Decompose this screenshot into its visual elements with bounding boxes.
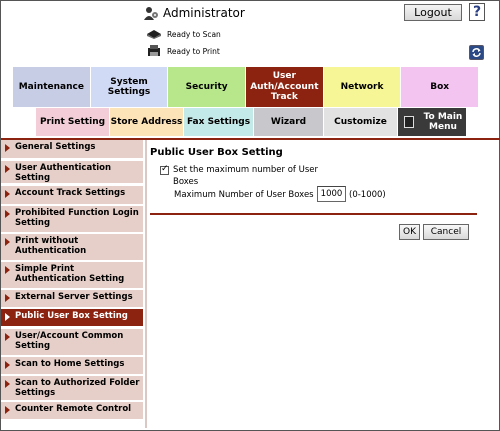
print-status: Ready to Print	[146, 45, 220, 57]
scan-status-text: Ready to Scan	[167, 29, 221, 39]
subtab-label: Store Address	[110, 117, 183, 127]
sidebar-item-label: User Authentication Setting	[15, 163, 112, 184]
max-boxes-checkbox-label: Set the maximum number of User Boxes	[173, 165, 318, 188]
sidebar-item-user-authentication-setting[interactable]: User Authentication Setting	[1, 161, 143, 183]
max-boxes-checkbox[interactable]	[160, 163, 169, 176]
help-button[interactable]: ?	[469, 3, 485, 21]
arrow-right-icon	[5, 190, 10, 198]
subtab-label: To Main Menu	[423, 112, 463, 132]
sidebar-item-user-account-common-setting[interactable]: User/Account Common Setting	[1, 329, 143, 355]
administrator-icon	[144, 7, 158, 20]
logout-button[interactable]: Logout	[404, 4, 462, 21]
tab-network[interactable]: Network	[323, 67, 402, 107]
sidebar-item-account-track-settings[interactable]: Account Track Settings	[1, 186, 143, 204]
subtab-customize[interactable]: Customize	[324, 108, 398, 136]
max-boxes-checkbox-row[interactable]: Set the maximum number of User Boxes	[160, 163, 323, 189]
sidebar: General Settings User Authentication Sett…	[1, 140, 145, 428]
refresh-button[interactable]	[469, 45, 484, 60]
sub-tabs: Print Setting Store Address Fax Settings Wi…	[36, 108, 467, 136]
sidebar-item-prohibited-function-login-setting[interactable]: Prohibited Function Login Setting	[1, 206, 143, 232]
sidebar-item-simple-print-authentication-setting[interactable]: Simple Print Authentication Setting	[1, 262, 143, 288]
arrow-right-icon	[5, 144, 10, 152]
sidebar-item-label: Prohibited Function Login Setting	[15, 208, 139, 229]
sidebar-item-label: Scan to Home Settings	[15, 359, 125, 369]
sidebar-item-label: Simple Print Authentication Setting	[15, 264, 125, 285]
sidebar-item-label: External Server Settings	[15, 292, 133, 302]
page-title: Public User Box Setting	[150, 147, 283, 158]
user-name: Administrator	[163, 6, 245, 20]
tab-box[interactable]: Box	[401, 67, 480, 107]
arrow-right-icon	[5, 313, 10, 321]
subtab-to-main-menu[interactable]: To Main Menu	[398, 108, 467, 136]
scan-status: Ready to Scan	[146, 29, 221, 39]
tab-maintenance[interactable]: Maintenance	[13, 67, 91, 107]
sidebar-item-label: User/Account Common Setting	[15, 331, 124, 352]
sidebar-item-counter-remote-control[interactable]: Counter Remote Control	[1, 402, 143, 419]
sidebar-item-label: Scan to Authorized Folder Settings	[15, 378, 140, 399]
arrow-right-icon	[5, 210, 10, 218]
tab-security[interactable]: Security	[168, 67, 247, 107]
subtab-store-address[interactable]: Store Address	[110, 108, 184, 136]
sidebar-item-label: Print without Authentication	[15, 236, 87, 257]
ok-button[interactable]: OK	[399, 224, 420, 240]
subtab-fax-settings[interactable]: Fax Settings	[184, 108, 254, 136]
sidebar-item-general-settings[interactable]: General Settings	[1, 140, 143, 158]
scanner-icon	[147, 30, 161, 39]
sidebar-item-scan-to-authorized-folder-settings[interactable]: Scan to Authorized Folder Settings	[1, 376, 143, 400]
print-status-text: Ready to Print	[167, 46, 220, 56]
subtab-print-setting[interactable]: Print Setting	[36, 108, 110, 136]
sidebar-item-scan-to-home-settings[interactable]: Scan to Home Settings	[1, 357, 143, 374]
main-menu-icon	[404, 116, 414, 128]
arrow-right-icon	[5, 266, 10, 274]
max-user-boxes-input[interactable]	[317, 186, 346, 202]
subtab-label: Fax Settings	[186, 117, 251, 127]
main-tabs: Maintenance System Settings Security User A…	[13, 67, 480, 107]
cancel-button[interactable]: Cancel	[423, 224, 469, 240]
printer-icon	[148, 45, 160, 56]
subtab-wizard[interactable]: Wizard	[254, 108, 324, 136]
arrow-right-icon	[5, 361, 10, 369]
arrow-right-icon	[5, 333, 10, 341]
arrow-right-icon	[5, 238, 10, 246]
help-icon: ?	[472, 4, 482, 20]
refresh-icon	[472, 48, 481, 57]
sidebar-item-label: Account Track Settings	[15, 188, 126, 198]
max-user-boxes-label: Maximum Number of User Boxes	[174, 190, 314, 200]
sidebar-separator	[145, 140, 147, 428]
subtab-label: Print Setting	[39, 117, 106, 127]
tab-system-settings[interactable]: System Settings	[90, 67, 169, 107]
sidebar-item-label: Counter Remote Control	[15, 404, 132, 414]
sidebar-item-label: General Settings	[15, 142, 96, 152]
arrow-right-icon	[5, 294, 10, 302]
arrow-right-icon	[5, 406, 10, 414]
sidebar-item-public-user-box-setting[interactable]: Public User Box Setting	[1, 309, 143, 326]
max-user-boxes-range: (0-1000)	[349, 190, 386, 200]
arrow-right-icon	[5, 165, 10, 173]
sidebar-item-print-without-authentication[interactable]: Print without Authentication	[1, 234, 143, 260]
sidebar-item-label: Public User Box Setting	[15, 311, 128, 321]
tab-user-auth-account-track[interactable]: User Auth/Account Track	[246, 67, 324, 107]
arrow-right-icon	[5, 380, 10, 388]
content-divider	[150, 213, 477, 215]
sidebar-item-external-server-settings[interactable]: External Server Settings	[1, 290, 143, 307]
subtab-label: Customize	[334, 117, 387, 127]
subtab-label: Wizard	[270, 117, 307, 127]
web-connection-window: Administrator Logout ? Ready to Scan Rea…	[0, 0, 500, 431]
